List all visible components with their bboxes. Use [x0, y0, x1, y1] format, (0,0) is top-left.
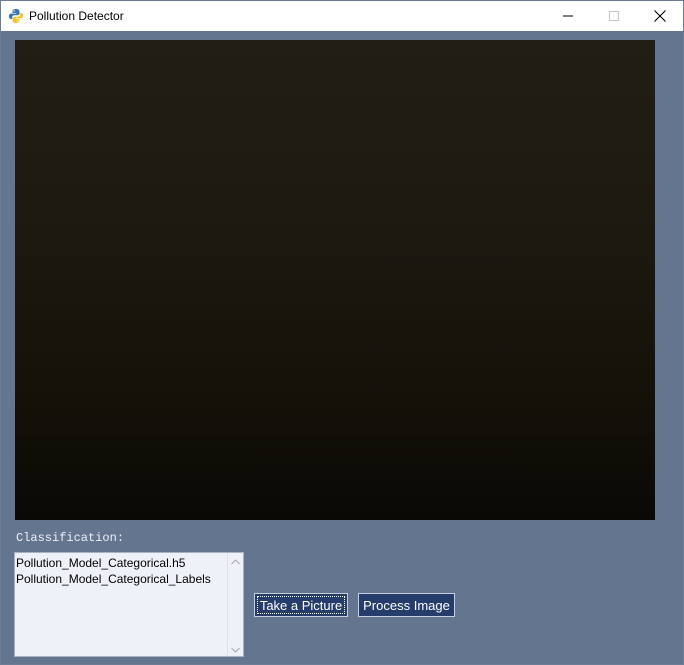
process-image-button[interactable]: Process Image	[358, 593, 455, 617]
list-item[interactable]: Pollution_Model_Categorical.h5	[16, 556, 185, 570]
take-picture-button[interactable]: Take a Picture	[254, 593, 348, 617]
classification-label: Classification:	[16, 531, 125, 545]
maximize-button[interactable]	[591, 1, 637, 31]
minimize-button[interactable]	[545, 1, 591, 31]
scroll-up-button[interactable]	[228, 553, 243, 568]
list-item[interactable]: Pollution_Model_Categorical_Labels	[16, 572, 211, 586]
vertical-scrollbar[interactable]	[227, 553, 243, 656]
maximize-icon	[609, 11, 619, 21]
classification-listbox[interactable]: Pollution_Model_Categorical.h5 Pollution…	[14, 552, 244, 657]
camera-preview	[15, 40, 655, 520]
window-title: Pollution Detector	[29, 9, 124, 23]
close-icon	[654, 10, 666, 22]
chevron-down-icon	[231, 640, 240, 657]
minimize-icon	[563, 11, 573, 21]
chevron-up-icon	[231, 553, 240, 570]
close-button[interactable]	[637, 1, 683, 31]
title-bar[interactable]: Pollution Detector	[1, 1, 683, 31]
scroll-down-button[interactable]	[228, 641, 243, 656]
app-window: Pollution Detector Classification: Pollu…	[0, 0, 684, 665]
python-icon	[8, 8, 24, 24]
